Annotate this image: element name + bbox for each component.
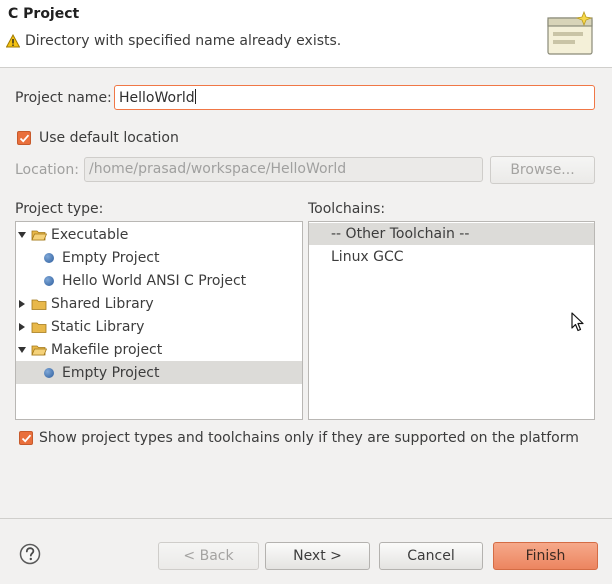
tree-item-label: Empty Project xyxy=(62,249,160,266)
tree-item-makefile-project[interactable]: Makefile project xyxy=(16,338,302,361)
location-label: Location: xyxy=(15,162,79,178)
project-bullet-icon xyxy=(44,275,54,286)
text-cursor-icon xyxy=(571,312,584,332)
project-name-label: Project name: xyxy=(15,90,112,106)
button-bar-divider xyxy=(0,518,612,519)
toolchains-list[interactable]: -- Other Toolchain -- Linux GCC xyxy=(308,221,595,420)
folder-open-icon xyxy=(31,345,47,355)
expanded-arrow-icon xyxy=(18,231,26,238)
browse-button[interactable]: Browse... xyxy=(490,156,595,184)
cancel-button[interactable]: Cancel xyxy=(379,542,483,570)
project-name-input[interactable]: HelloWorld xyxy=(114,85,595,110)
header-message: Directory with specified name already ex… xyxy=(6,33,341,49)
tree-item-label: Makefile project xyxy=(51,341,163,358)
project-bullet-icon xyxy=(44,252,54,263)
warning-icon xyxy=(6,34,20,48)
tree-item-static-library[interactable]: Static Library xyxy=(16,315,302,338)
wizard-header: C Project Directory with specified name … xyxy=(0,0,612,68)
back-button[interactable]: < Back xyxy=(158,542,259,570)
toolchains-label: Toolchains: xyxy=(308,201,386,217)
next-button[interactable]: Next > xyxy=(265,542,370,570)
show-supported-label: Show project types and toolchains only i… xyxy=(39,430,579,446)
expanded-arrow-icon xyxy=(18,346,26,353)
tree-item-executable[interactable]: Executable xyxy=(16,223,302,246)
project-bullet-icon xyxy=(44,367,54,378)
use-default-location-label: Use default location xyxy=(39,130,179,146)
tree-item-label: Executable xyxy=(51,226,129,243)
page-title: C Project xyxy=(8,6,80,22)
checkmark-icon xyxy=(19,134,30,143)
header-message-text: Directory with specified name already ex… xyxy=(25,33,342,49)
tree-item-makefile-empty-project[interactable]: Empty Project xyxy=(16,361,302,384)
location-input[interactable]: /home/prasad/workspace/HelloWorld xyxy=(84,157,483,182)
tree-item-hello-world[interactable]: Hello World ANSI C Project xyxy=(16,269,302,292)
tree-item-label: Shared Library xyxy=(51,295,154,312)
tree-item-label: Empty Project xyxy=(62,364,160,381)
project-type-tree[interactable]: Executable Empty Project Hello World ANS… xyxy=(15,221,303,420)
checkmark-icon xyxy=(21,434,32,443)
collapsed-arrow-icon xyxy=(19,299,25,308)
project-name-value: HelloWorld xyxy=(119,90,195,106)
tree-item-empty-project[interactable]: Empty Project xyxy=(16,246,302,269)
collapsed-arrow-icon xyxy=(19,322,25,331)
use-default-location-checkbox[interactable] xyxy=(17,131,31,145)
tree-item-shared-library[interactable]: Shared Library xyxy=(16,292,302,315)
folder-icon xyxy=(31,299,47,310)
help-icon[interactable] xyxy=(19,543,41,565)
tree-item-label: Static Library xyxy=(51,318,145,335)
finish-button[interactable]: Finish xyxy=(493,542,598,570)
toolchain-item-other[interactable]: -- Other Toolchain -- xyxy=(309,223,594,245)
folder-icon xyxy=(31,322,47,333)
toolchain-item-linux-gcc[interactable]: Linux GCC xyxy=(309,246,594,268)
show-supported-checkbox[interactable] xyxy=(19,431,33,445)
wizard-banner-icon xyxy=(547,10,593,55)
folder-open-icon xyxy=(31,230,47,240)
project-type-label: Project type: xyxy=(15,201,104,217)
tree-item-label: Hello World ANSI C Project xyxy=(62,272,247,289)
text-caret xyxy=(194,89,196,104)
